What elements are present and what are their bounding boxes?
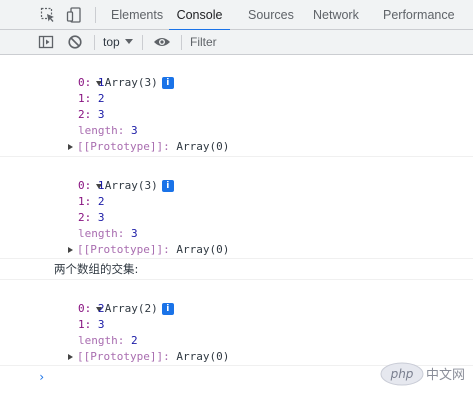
sidebar-toggle-icon[interactable] [38, 34, 54, 50]
toolbar-divider [181, 35, 182, 50]
array-entry: 2: 3 [78, 211, 105, 224]
collapsed-arrow-icon [68, 144, 73, 150]
tab-sources[interactable]: Sources [248, 0, 294, 30]
clear-console-icon[interactable] [67, 34, 83, 50]
console-message: Array(2) i 0: 2 1: 3 length: 2 [[Prototyp… [0, 280, 473, 366]
array-length: length: 3 [78, 124, 138, 137]
array-entry: 1: 3 [78, 318, 105, 331]
array-header[interactable]: Array(3) i [0, 59, 473, 89]
toolbar-divider [142, 35, 143, 50]
array-entry: 2: 3 [78, 108, 105, 121]
context-selector-value: top [103, 35, 120, 49]
entry-key: 1 [78, 318, 85, 331]
console-message: 两个数组的交集: [0, 259, 473, 280]
entry-key: 1 [78, 92, 85, 105]
watermark-site: 中文网 [426, 368, 465, 383]
filter-input[interactable] [186, 31, 473, 53]
array-header[interactable]: Array(3) i [0, 162, 473, 192]
entry-key: 2 [78, 108, 85, 121]
entry-key: 0 [78, 302, 85, 315]
collapsed-arrow-icon [68, 354, 73, 360]
length-key: length [78, 124, 118, 137]
context-selector[interactable]: top [103, 30, 120, 54]
array-length: length: 3 [78, 227, 138, 240]
entry-key: 0 [78, 76, 85, 89]
console-message: Array(3) i 0: 1 1: 2 2: 3 length: 3 [[Pro… [0, 157, 473, 259]
array-entry: 1: 2 [78, 195, 105, 208]
inspect-element-icon[interactable] [40, 7, 56, 23]
tab-console[interactable]: Console [169, 0, 230, 31]
array-length: length: 2 [78, 334, 138, 347]
toolbar-divider [94, 35, 95, 50]
entry-value: 3 [97, 108, 105, 121]
entry-key: 1 [78, 195, 85, 208]
entry-value: 3 [97, 318, 105, 331]
prototype-key: [[Prototype]] [77, 243, 164, 256]
tab-console-label: Console [176, 8, 223, 22]
collapsed-arrow-icon [68, 247, 73, 253]
tab-performance[interactable]: Performance [383, 0, 455, 30]
prototype-value: Array(0) [176, 140, 230, 153]
entry-value: 3 [97, 211, 105, 224]
length-key: length [78, 334, 118, 347]
log-text: 两个数组的交集: [54, 262, 139, 276]
entry-value: 1 [97, 76, 105, 89]
length-value: 3 [131, 227, 138, 240]
prototype-key: [[Prototype]] [77, 350, 164, 363]
length-value: 3 [131, 124, 138, 137]
array-entry: 0: 2 [78, 302, 105, 315]
array-entry: 0: 1 [78, 76, 105, 89]
toolbar-divider [95, 7, 96, 23]
prototype-value: Array(0) [176, 350, 230, 363]
length-key: length [78, 227, 118, 240]
devtools-tab-bar: Elements Console Sources Network Perform… [0, 0, 473, 31]
array-header[interactable]: Array(2) i [0, 285, 473, 315]
entry-value: 2 [97, 92, 105, 105]
prototype-entry[interactable]: [[Prototype]]: Array(0) [0, 242, 473, 258]
tab-network[interactable]: Network [313, 0, 359, 30]
php-watermark-logo: php 中文网 [380, 362, 473, 386]
entry-key: 0 [78, 179, 85, 192]
length-value: 2 [131, 334, 138, 347]
tab-elements[interactable]: Elements [111, 0, 163, 30]
array-entry: 0: 1 [78, 179, 105, 192]
prompt-icon: › [38, 370, 46, 384]
entry-value: 2 [97, 302, 105, 315]
chevron-down-icon [125, 39, 133, 44]
eye-icon[interactable] [153, 34, 170, 50]
watermark-brand: php [390, 367, 414, 381]
entry-value: 2 [97, 195, 105, 208]
console-output: Array(3) i 0: 1 1: 2 2: 3 length: 3 [[Pro… [0, 55, 473, 388]
prototype-entry[interactable]: [[Prototype]]: Array(0) [0, 139, 473, 155]
prototype-key: [[Prototype]] [77, 140, 164, 153]
entry-key: 2 [78, 211, 85, 224]
entry-value: 1 [97, 179, 105, 192]
device-toolbar-icon[interactable] [66, 7, 82, 23]
console-message: Array(3) i 0: 1 1: 2 2: 3 length: 3 [[Pro… [0, 55, 473, 157]
prototype-value: Array(0) [176, 243, 230, 256]
console-toolbar: top [0, 30, 473, 55]
array-entry: 1: 2 [78, 92, 105, 105]
